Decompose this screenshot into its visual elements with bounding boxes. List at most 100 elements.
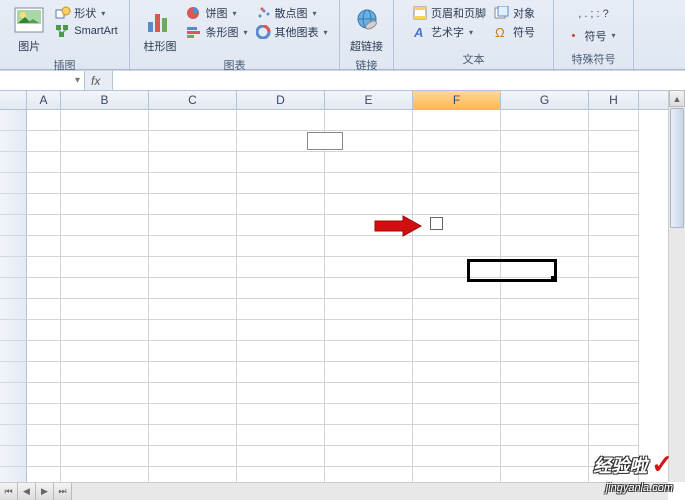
cell[interactable] <box>589 194 639 215</box>
vertical-scrollbar[interactable]: ▲ <box>668 90 685 482</box>
cell[interactable] <box>149 299 237 320</box>
cell[interactable] <box>325 299 413 320</box>
cell[interactable] <box>61 446 149 467</box>
row-header[interactable] <box>0 236 27 257</box>
cell[interactable] <box>237 320 325 341</box>
cell[interactable] <box>27 215 61 236</box>
cell[interactable] <box>325 278 413 299</box>
cell[interactable] <box>501 236 589 257</box>
scatter-chart-button[interactable]: 散点图▾ <box>254 4 330 22</box>
row-header[interactable] <box>0 131 27 152</box>
grid-body[interactable] <box>0 110 685 481</box>
cell[interactable] <box>61 215 149 236</box>
cell[interactable] <box>413 236 501 257</box>
cell[interactable] <box>237 362 325 383</box>
cell[interactable] <box>27 257 61 278</box>
cell[interactable] <box>149 446 237 467</box>
pie-chart-button[interactable]: 饼图▾ <box>184 4 249 22</box>
cell[interactable] <box>27 194 61 215</box>
row-header[interactable] <box>0 383 27 404</box>
cell[interactable] <box>413 404 501 425</box>
cell[interactable] <box>27 446 61 467</box>
cell[interactable] <box>237 278 325 299</box>
cell[interactable] <box>61 173 149 194</box>
row-header[interactable] <box>0 215 27 236</box>
cell[interactable] <box>27 341 61 362</box>
cell[interactable] <box>61 425 149 446</box>
special-symbol-button[interactable]: • 符号▾ <box>570 27 618 45</box>
scroll-thumb-v[interactable] <box>670 108 684 228</box>
cell[interactable] <box>501 341 589 362</box>
cell[interactable] <box>501 299 589 320</box>
select-all-corner[interactable] <box>0 91 27 109</box>
cell[interactable] <box>61 341 149 362</box>
cell[interactable] <box>61 404 149 425</box>
cell[interactable] <box>325 236 413 257</box>
cell[interactable] <box>149 362 237 383</box>
header-footer-button[interactable]: 页眉和页脚 <box>410 4 488 22</box>
cell[interactable] <box>325 110 413 131</box>
cell[interactable] <box>61 131 149 152</box>
cell[interactable] <box>27 425 61 446</box>
cell[interactable] <box>413 383 501 404</box>
cell[interactable] <box>237 383 325 404</box>
other-chart-button[interactable]: 其他图表▾ <box>254 23 330 41</box>
col-header-f[interactable]: F <box>413 91 501 109</box>
cell[interactable] <box>589 173 639 194</box>
cell[interactable] <box>589 425 639 446</box>
row-header[interactable] <box>0 194 27 215</box>
cell[interactable] <box>27 404 61 425</box>
cell[interactable] <box>61 299 149 320</box>
name-box[interactable]: ▾ <box>0 71 85 90</box>
cell[interactable] <box>501 173 589 194</box>
cell[interactable] <box>61 257 149 278</box>
cell[interactable] <box>413 173 501 194</box>
cell[interactable] <box>237 404 325 425</box>
row-header[interactable] <box>0 425 27 446</box>
row-header[interactable] <box>0 362 27 383</box>
cell[interactable] <box>237 215 325 236</box>
cell[interactable] <box>237 110 325 131</box>
cell[interactable] <box>237 299 325 320</box>
cell[interactable] <box>589 215 639 236</box>
cell[interactable] <box>589 383 639 404</box>
col-header-d[interactable]: D <box>237 91 325 109</box>
cell[interactable] <box>325 404 413 425</box>
picture-button[interactable]: 图片 <box>9 2 49 56</box>
tab-first-button[interactable]: ⏮ <box>0 483 18 500</box>
object-button[interactable]: 对象 <box>492 4 537 22</box>
cell[interactable] <box>413 362 501 383</box>
row-header[interactable] <box>0 257 27 278</box>
scroll-up-button[interactable]: ▲ <box>669 90 685 107</box>
cell[interactable] <box>27 383 61 404</box>
col-header-b[interactable]: B <box>61 91 149 109</box>
cell[interactable] <box>501 131 589 152</box>
tab-prev-button[interactable]: ◀ <box>18 483 36 500</box>
tab-next-button[interactable]: ▶ <box>36 483 54 500</box>
row-header[interactable] <box>0 278 27 299</box>
row-header[interactable] <box>0 152 27 173</box>
cell[interactable] <box>149 404 237 425</box>
cell[interactable] <box>27 110 61 131</box>
cell[interactable] <box>501 110 589 131</box>
cell[interactable] <box>237 194 325 215</box>
cell[interactable] <box>325 446 413 467</box>
column-chart-button[interactable]: 柱形图 <box>139 2 180 56</box>
cell[interactable] <box>325 362 413 383</box>
hyperlink-button[interactable]: 超链接 <box>346 2 387 56</box>
row-header[interactable] <box>0 320 27 341</box>
bar-chart-button[interactable]: 条形图▾ <box>184 23 249 41</box>
cell[interactable] <box>413 446 501 467</box>
cell[interactable] <box>413 194 501 215</box>
cell[interactable] <box>325 173 413 194</box>
cell[interactable] <box>589 362 639 383</box>
selected-cell[interactable] <box>467 259 557 282</box>
cell[interactable] <box>589 299 639 320</box>
cell[interactable] <box>589 278 639 299</box>
cell[interactable] <box>27 173 61 194</box>
row-header[interactable] <box>0 446 27 467</box>
cell[interactable] <box>501 152 589 173</box>
fx-button[interactable]: fx <box>85 71 113 90</box>
cell[interactable] <box>237 341 325 362</box>
cell[interactable] <box>61 278 149 299</box>
